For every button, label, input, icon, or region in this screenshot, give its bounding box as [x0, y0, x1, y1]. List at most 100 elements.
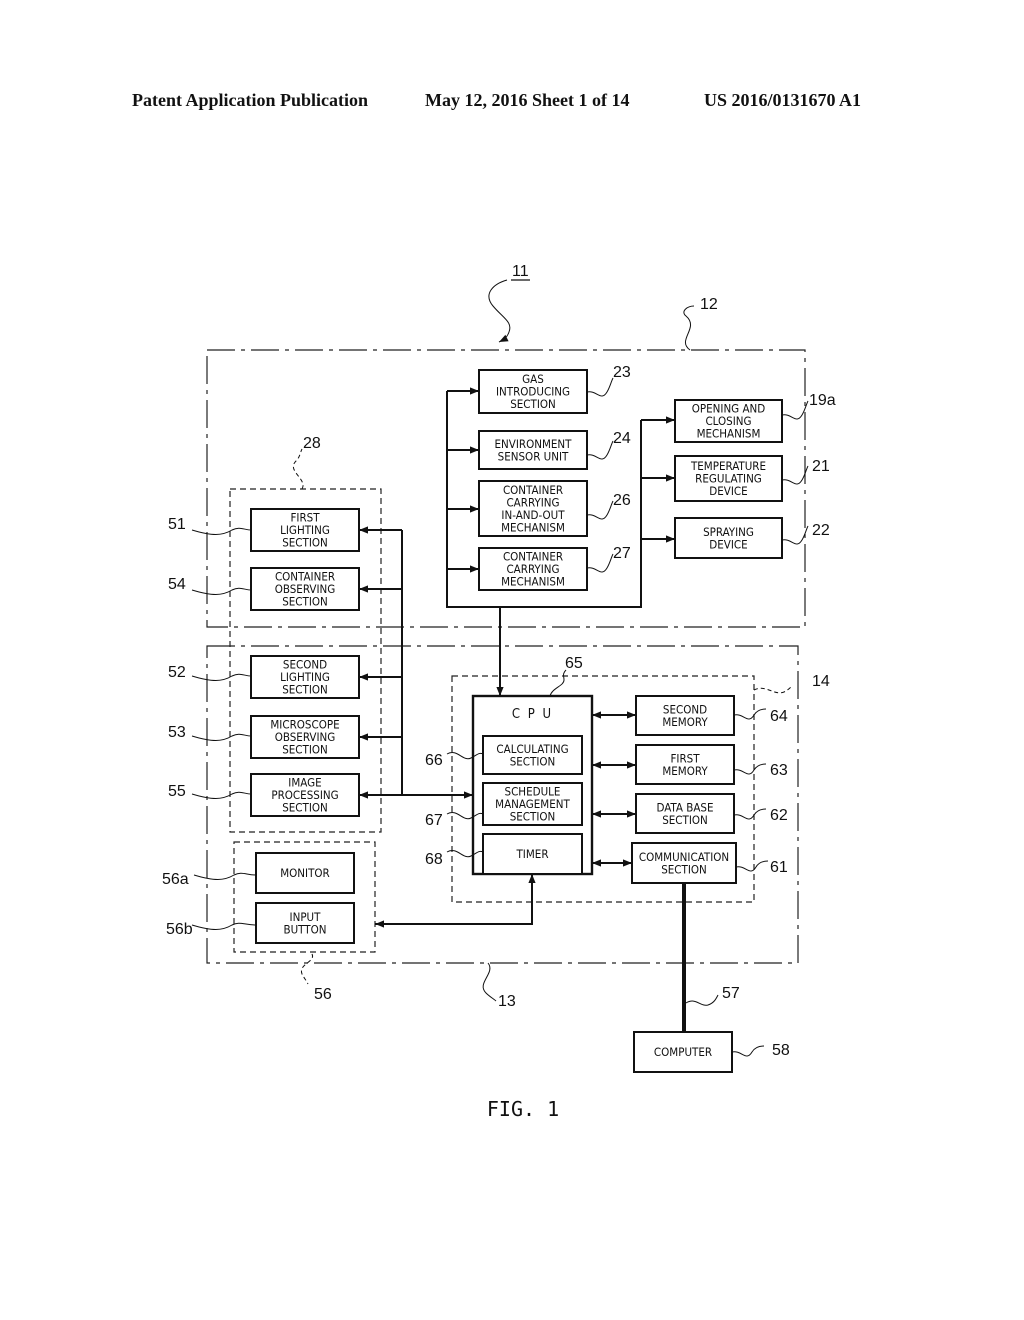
block-env: ENVIRONMENTSENSOR UNIT — [478, 430, 588, 470]
block-pc: COMPUTER — [633, 1031, 733, 1073]
leader-26 — [586, 500, 614, 520]
ref-label-28: 28 — [303, 435, 321, 452]
leader-56a — [193, 872, 257, 880]
ref-label-14: 14 — [812, 673, 830, 690]
block-temp: TEMPERATUREREGULATINGDEVICE — [674, 455, 783, 502]
leader-27 — [586, 553, 614, 573]
ref-label-58: 58 — [772, 1042, 790, 1059]
block-sched: SCHEDULEMANAGEMENTSECTION — [482, 782, 583, 826]
block-comm: COMMUNICATIONSECTION — [631, 842, 737, 884]
leader-22 — [781, 525, 809, 545]
leader-11 — [488, 279, 511, 343]
block-open-label-line: MECHANISM — [697, 427, 761, 441]
block-db-label-line: SECTION — [662, 813, 708, 827]
ref-label-64: 64 — [770, 708, 788, 725]
leader-21 — [781, 465, 809, 485]
block-cpu-label-line: C P U — [512, 707, 553, 722]
block-mem2-label-line: MEMORY — [662, 715, 708, 729]
ref-label-66: 66 — [425, 752, 443, 769]
leader-51 — [191, 527, 252, 535]
block-timer-label-line: TIMER — [515, 847, 548, 861]
block-calc: CALCULATINGSECTION — [482, 735, 583, 775]
leader-62 — [733, 808, 767, 820]
block-cc-label-line: MECHANISM — [501, 575, 565, 589]
block-gas: GASINTRODUCINGSECTION — [478, 369, 588, 414]
ref-label-11: 11 — [512, 263, 529, 280]
ref-label-55: 55 — [168, 783, 186, 800]
ref-label-53: 53 — [168, 724, 186, 741]
ref-label-23: 23 — [613, 364, 631, 381]
block-mon: MONITOR — [255, 852, 355, 894]
leader-56b — [191, 922, 257, 930]
leader-14 — [753, 685, 793, 694]
leader-58 — [731, 1045, 765, 1057]
block-cc: CONTAINERCARRYINGMECHANISM — [478, 547, 588, 591]
block-db: DATA BASESECTION — [635, 793, 735, 834]
leader-63 — [733, 763, 767, 775]
block-cio: CONTAINERCARRYINGIN-AND-OUTMECHANISM — [478, 480, 588, 537]
block-mobs: MICROSCOPEOBSERVINGSECTION — [250, 715, 360, 759]
ref-label-51: 51 — [168, 516, 186, 533]
leader-23 — [586, 377, 614, 397]
block-calc-label-line: SECTION — [510, 754, 556, 768]
block-sched-label-line: SECTION — [510, 810, 556, 824]
block-l2-label-line: SECTION — [282, 683, 328, 697]
block-mem1-label-line: MEMORY — [662, 764, 708, 778]
ref-label-24: 24 — [613, 430, 631, 447]
wire-input-cpu — [375, 874, 536, 928]
block-img-label-line: SECTION — [282, 801, 328, 815]
block-diagram: GASINTRODUCINGSECTION ENVIRONMENTSENSOR U… — [162, 263, 836, 1121]
leader-65 — [549, 669, 567, 697]
leader-12 — [683, 305, 695, 351]
ref-label-26: 26 — [613, 492, 631, 509]
block-temp-label-line: DEVICE — [709, 484, 747, 498]
ref-label-63: 63 — [770, 762, 788, 779]
figure-caption: FIG. 1 — [487, 1097, 559, 1121]
ref-label-56b: 56b — [166, 921, 193, 938]
ref-label-19a: 19a — [809, 392, 836, 409]
block-env-label-line: SENSOR UNIT — [498, 449, 569, 463]
ref-label-52: 52 — [168, 664, 186, 681]
block-l1-label-line: SECTION — [282, 536, 328, 550]
block-img: IMAGEPROCESSINGSECTION — [250, 773, 360, 817]
block-spray: SPRAYINGDEVICE — [674, 517, 783, 559]
block-spray-label-line: DEVICE — [709, 537, 747, 551]
ref-label-27: 27 — [613, 545, 631, 562]
ref-label-57: 57 — [722, 985, 740, 1002]
block-timer: TIMER — [482, 833, 583, 875]
leader-64 — [733, 708, 767, 720]
ref-label-13: 13 — [498, 993, 516, 1010]
ref-label-56a: 56a — [162, 871, 189, 888]
block-mem2: SECONDMEMORY — [635, 695, 735, 736]
block-gas-label-line: SECTION — [510, 397, 556, 411]
block-mobs-label-line: SECTION — [282, 743, 328, 757]
ref-label-62: 62 — [770, 807, 788, 824]
leader-53 — [191, 733, 252, 741]
ref-label-22: 22 — [812, 522, 830, 539]
ref-label-68: 68 — [425, 851, 443, 868]
leader-56 — [300, 953, 314, 985]
leader-55 — [191, 791, 252, 799]
ref-label-67: 67 — [425, 812, 443, 829]
ref-label-54: 54 — [168, 576, 186, 593]
ref-label-56: 56 — [314, 986, 332, 1003]
block-l1: FIRSTLIGHTINGSECTION — [250, 508, 360, 552]
block-inp-label-line: BUTTON — [284, 922, 327, 936]
block-cobs-label-line: SECTION — [282, 595, 328, 609]
leader-54 — [191, 587, 252, 595]
block-mon-label-line: MONITOR — [280, 866, 330, 880]
leader-57 — [685, 994, 719, 1006]
block-mem1: FIRSTMEMORY — [635, 744, 735, 785]
block-cobs: CONTAINEROBSERVINGSECTION — [250, 567, 360, 611]
ref-label-21: 21 — [812, 458, 830, 475]
block-pc-label-line: COMPUTER — [654, 1045, 712, 1059]
block-open: OPENING ANDCLOSINGMECHANISM — [674, 399, 783, 443]
leader-19a — [781, 400, 809, 420]
leader-13 — [482, 962, 497, 1002]
leader-61 — [735, 860, 769, 872]
ref-label-12: 12 — [700, 296, 718, 313]
block-comm-label-line: SECTION — [661, 862, 707, 876]
leader-24 — [586, 440, 614, 460]
block-l2: SECONDLIGHTINGSECTION — [250, 655, 360, 699]
ref-label-61: 61 — [770, 859, 788, 876]
